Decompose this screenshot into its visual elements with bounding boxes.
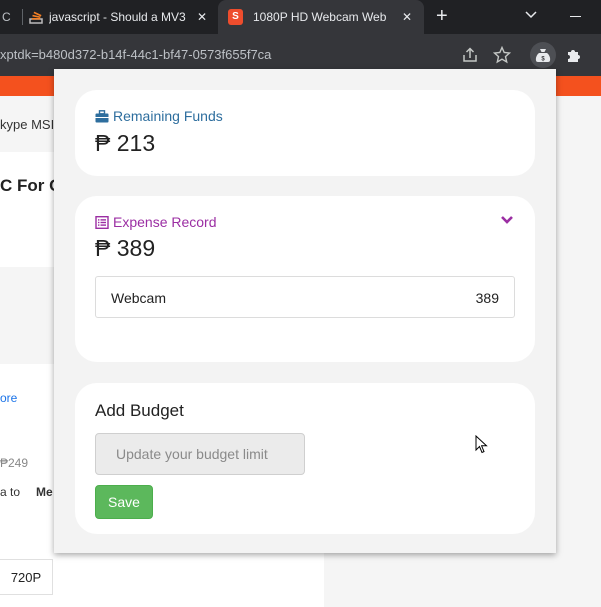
share-icon[interactable] bbox=[461, 46, 479, 64]
price-fragment: ₱249 bbox=[0, 456, 29, 470]
expense-record-heading: Expense Record bbox=[95, 214, 217, 230]
close-icon[interactable]: ✕ bbox=[197, 10, 207, 24]
shopee-icon: S bbox=[228, 9, 243, 25]
expense-record-card: Expense Record ₱ 389 Webcam 389 bbox=[75, 196, 535, 362]
remaining-funds-amount: ₱ 213 bbox=[95, 130, 156, 156]
shipping-text-fragment: a to Me bbox=[0, 485, 53, 499]
save-button[interactable]: Save bbox=[95, 485, 153, 519]
minimize-icon[interactable] bbox=[570, 16, 581, 17]
expense-total-amount: ₱ 389 bbox=[95, 235, 156, 261]
tab-active-shopee[interactable]: S 1080P HD Webcam Web C ✕ bbox=[218, 0, 424, 34]
tab-title: javascript - Should a MV3 bbox=[49, 10, 186, 24]
remaining-funds-card: Remaining Funds ₱ 213 bbox=[75, 90, 535, 176]
briefcase-icon bbox=[95, 109, 109, 122]
budget-limit-input[interactable] bbox=[95, 433, 305, 475]
remaining-funds-label: Remaining Funds bbox=[113, 108, 223, 124]
extension-budget-button[interactable]: $ bbox=[530, 42, 556, 68]
browser-tab-strip: C javascript - Should a MV3 ✕ S 1080P HD… bbox=[0, 0, 601, 34]
list-icon bbox=[95, 215, 109, 229]
bookmark-star-icon[interactable] bbox=[493, 46, 511, 64]
product-title-fragment: C For C bbox=[0, 176, 62, 195]
money-bag-icon: $ bbox=[535, 49, 551, 63]
address-bar-url[interactable]: xptdk=b480d372-b14f-44c1-bf47-0573f655f7… bbox=[0, 47, 271, 62]
tab-partial-label: C bbox=[2, 10, 11, 24]
close-icon[interactable]: ✕ bbox=[402, 10, 412, 24]
tab-stackoverflow[interactable]: javascript - Should a MV3 ✕ bbox=[22, 0, 218, 34]
budget-extension-popup: Remaining Funds ₱ 213 Expense Record ₱ 3… bbox=[54, 69, 556, 553]
link-fragment[interactable]: ore bbox=[0, 391, 17, 405]
variant-label: 720P bbox=[10, 569, 42, 585]
mouse-cursor-icon bbox=[475, 435, 488, 454]
product-section-block bbox=[0, 267, 60, 364]
variant-option[interactable]: 720P bbox=[0, 559, 53, 595]
chevron-down-icon[interactable] bbox=[500, 215, 514, 225]
shipping-destination: Me bbox=[36, 485, 53, 499]
tab-partial-left[interactable]: C bbox=[0, 0, 22, 34]
tab-search-chevron-icon[interactable] bbox=[524, 8, 538, 22]
add-budget-heading: Add Budget bbox=[95, 401, 184, 420]
tab-title: 1080P HD Webcam Web C bbox=[253, 10, 389, 24]
expense-record-row: Webcam 389 bbox=[95, 276, 515, 318]
remaining-funds-heading: Remaining Funds bbox=[95, 108, 223, 124]
expense-item-amount: 389 bbox=[475, 290, 499, 306]
expense-item-name: Webcam bbox=[111, 290, 166, 306]
expense-record-label: Expense Record bbox=[113, 214, 217, 230]
stackoverflow-icon bbox=[29, 11, 43, 24]
extensions-puzzle-icon[interactable] bbox=[565, 46, 583, 64]
add-budget-card: Add Budget Save bbox=[75, 383, 535, 534]
page-text-fragment[interactable]: kype MSI bbox=[0, 117, 54, 132]
new-tab-icon[interactable]: + bbox=[436, 6, 448, 26]
shipping-prefix: a to bbox=[0, 485, 21, 499]
